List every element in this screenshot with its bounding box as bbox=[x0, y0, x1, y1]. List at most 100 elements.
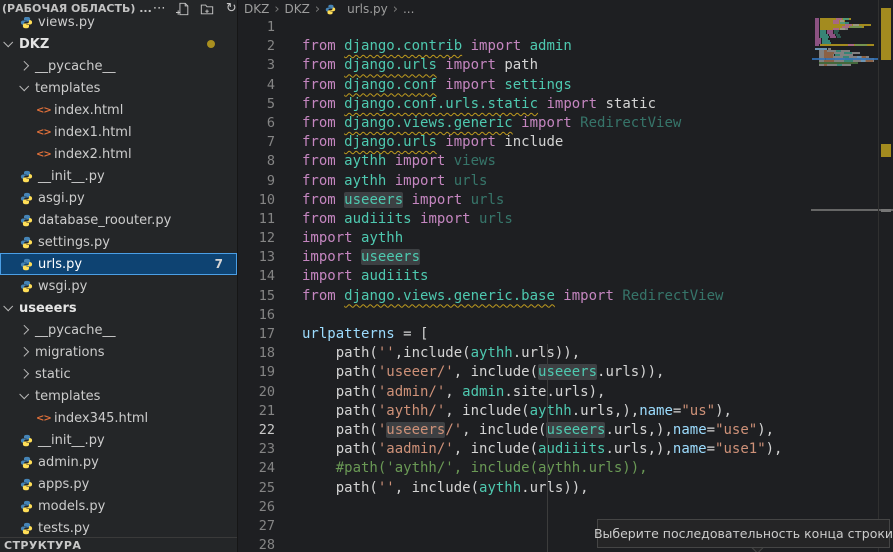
tree-folder--pycache-[interactable]: __pycache__ bbox=[0, 319, 237, 341]
line-number[interactable]: 2 bbox=[240, 37, 302, 56]
line-number[interactable]: 26 bbox=[240, 498, 302, 517]
breadcrumb-item-symbol[interactable]: ... bbox=[403, 2, 414, 16]
line-number[interactable]: 7 bbox=[240, 133, 302, 152]
tree-file-tests-py[interactable]: tests.py bbox=[0, 517, 237, 539]
tree-file-admin-py[interactable]: admin.py bbox=[0, 451, 237, 473]
tree-folder-dkz[interactable]: DKZ bbox=[0, 33, 237, 55]
chevron-right-icon[interactable] bbox=[19, 368, 29, 378]
line-number[interactable]: 20 bbox=[240, 383, 302, 402]
line-number[interactable]: 5 bbox=[240, 95, 302, 114]
code-line-11[interactable]: 11from audiiits import urls bbox=[240, 210, 878, 229]
code-line-13[interactable]: 13import useeers bbox=[240, 248, 878, 267]
tree-folder-templates[interactable]: templates bbox=[0, 77, 237, 99]
tree-file-asgi-py[interactable]: asgi.py bbox=[0, 187, 237, 209]
breadcrumb-item-project[interactable]: DKZ bbox=[244, 2, 269, 16]
line-number[interactable]: 17 bbox=[240, 325, 302, 344]
line-number[interactable]: 19 bbox=[240, 363, 302, 382]
code-line-18[interactable]: 18 path('',include(aythh.urls)), bbox=[240, 344, 878, 363]
line-number[interactable]: 22 bbox=[240, 421, 302, 440]
line-number[interactable]: 18 bbox=[240, 344, 302, 363]
tree-file-settings-py[interactable]: settings.py bbox=[0, 231, 237, 253]
code-line-6[interactable]: 6from django.views.generic import Redire… bbox=[240, 114, 878, 133]
code-line-26[interactable]: 26 bbox=[240, 498, 878, 517]
chevron-right-icon[interactable] bbox=[19, 324, 29, 334]
line-number[interactable]: 4 bbox=[240, 76, 302, 95]
refresh-icon[interactable]: ↻ bbox=[224, 1, 238, 16]
chevron-down-icon[interactable] bbox=[19, 81, 29, 91]
chevron-right-icon[interactable] bbox=[19, 60, 29, 70]
tree-folder-static[interactable]: static bbox=[0, 363, 237, 385]
code-line-24[interactable]: 24 #path('aythh/', include(aythh.urls)), bbox=[240, 459, 878, 478]
code-line-25[interactable]: 25 path('', include(aythh.urls)), bbox=[240, 479, 878, 498]
code-line-1[interactable]: 1 bbox=[240, 18, 878, 37]
code-line-9[interactable]: 9from aythh import urls bbox=[240, 172, 878, 191]
line-number[interactable]: 24 bbox=[240, 459, 302, 478]
code-line-7[interactable]: 7from django.urls import include bbox=[240, 133, 878, 152]
tree-file-index2-html[interactable]: <>index2.html bbox=[0, 143, 237, 165]
tree-file-models-py[interactable]: models.py bbox=[0, 495, 237, 517]
code-line-12[interactable]: 12import aythh bbox=[240, 229, 878, 248]
chevron-down-icon[interactable] bbox=[19, 389, 29, 399]
code-line-16[interactable]: 16 bbox=[240, 306, 878, 325]
overview-ruler[interactable] bbox=[878, 0, 893, 552]
code-line-3[interactable]: 3from django.urls import path bbox=[240, 56, 878, 75]
tree-file-index345-html[interactable]: <>index345.html bbox=[0, 407, 237, 429]
chevron-down-icon[interactable] bbox=[3, 301, 13, 311]
line-number[interactable]: 11 bbox=[240, 210, 302, 229]
tree-file-index1-html[interactable]: <>index1.html bbox=[0, 121, 237, 143]
code-line-5[interactable]: 5from django.conf.urls.static import sta… bbox=[240, 95, 878, 114]
tree-file-urls-py[interactable]: urls.py7 bbox=[0, 253, 237, 275]
code-line-4[interactable]: 4from django.conf import settings bbox=[240, 76, 878, 95]
line-number[interactable]: 12 bbox=[240, 229, 302, 248]
line-number[interactable]: 8 bbox=[240, 152, 302, 171]
chevron-right-icon[interactable] bbox=[19, 346, 29, 356]
breadcrumb-item-file[interactable]: urls.py bbox=[325, 2, 388, 16]
tree-file--init-py[interactable]: __init__.py bbox=[0, 165, 237, 187]
line-number[interactable]: 3 bbox=[240, 56, 302, 75]
tree-file-database-roouter-py[interactable]: database_roouter.py bbox=[0, 209, 237, 231]
minimap[interactable] bbox=[812, 15, 878, 545]
line-number[interactable]: 14 bbox=[240, 267, 302, 286]
code-line-2[interactable]: 2from django.contrib import admin bbox=[240, 37, 878, 56]
breadcrumb-separator-icon: › bbox=[274, 2, 279, 17]
line-content: from django.contrib import admin bbox=[302, 37, 572, 56]
line-content: from django.views.generic.base import Re… bbox=[302, 287, 723, 306]
line-number[interactable]: 28 bbox=[240, 536, 302, 552]
code-line-23[interactable]: 23 path('aadmin/', include(audiiits.urls… bbox=[240, 440, 878, 459]
line-number[interactable]: 27 bbox=[240, 517, 302, 536]
code-line-17[interactable]: 17urlpatterns = [ bbox=[240, 325, 878, 344]
tree-folder-migrations[interactable]: migrations bbox=[0, 341, 237, 363]
code-line-19[interactable]: 19 path('useeer/', include(useeers.urls)… bbox=[240, 363, 878, 382]
tree-file-apps-py[interactable]: apps.py bbox=[0, 473, 237, 495]
chevron-down-icon[interactable] bbox=[3, 37, 13, 47]
tree-file--init-py[interactable]: __init__.py bbox=[0, 429, 237, 451]
tree-file-index-html[interactable]: <>index.html bbox=[0, 99, 237, 121]
more-actions-icon[interactable]: ⋯ bbox=[152, 1, 167, 16]
tree-folder-templates[interactable]: templates bbox=[0, 385, 237, 407]
line-number[interactable]: 1 bbox=[240, 18, 302, 37]
code-line-8[interactable]: 8from aythh import views bbox=[240, 152, 878, 171]
code-line-10[interactable]: 10from useeers import urls bbox=[240, 191, 878, 210]
line-number[interactable]: 21 bbox=[240, 402, 302, 421]
code-line-20[interactable]: 20 path('admin/', admin.site.urls), bbox=[240, 383, 878, 402]
code-line-22[interactable]: 22 path('useeers/', include(useeers.urls… bbox=[240, 421, 878, 440]
line-number[interactable]: 16 bbox=[240, 306, 302, 325]
line-number[interactable]: 13 bbox=[240, 248, 302, 267]
tree-folder-useeers[interactable]: useeers bbox=[0, 297, 237, 319]
outline-section-header[interactable]: СТРУКТУРА bbox=[0, 537, 237, 552]
code-line-14[interactable]: 14import audiiits bbox=[240, 267, 878, 286]
line-number[interactable]: 9 bbox=[240, 172, 302, 191]
new-file-icon[interactable] bbox=[176, 1, 191, 16]
line-number[interactable]: 6 bbox=[240, 114, 302, 133]
line-number[interactable]: 23 bbox=[240, 440, 302, 459]
code-area[interactable]: 12from django.contrib import admin3from … bbox=[240, 18, 878, 552]
breadcrumb-item-folder[interactable]: DKZ bbox=[285, 2, 310, 16]
line-number[interactable]: 25 bbox=[240, 479, 302, 498]
new-folder-icon[interactable] bbox=[200, 1, 215, 16]
tree-folder--pycache-[interactable]: __pycache__ bbox=[0, 55, 237, 77]
code-line-15[interactable]: 15from django.views.generic.base import … bbox=[240, 287, 878, 306]
tree-file-wsgi-py[interactable]: wsgi.py bbox=[0, 275, 237, 297]
code-line-21[interactable]: 21 path('aythh/', include(aythh.urls,),n… bbox=[240, 402, 878, 421]
line-number[interactable]: 15 bbox=[240, 287, 302, 306]
line-number[interactable]: 10 bbox=[240, 191, 302, 210]
